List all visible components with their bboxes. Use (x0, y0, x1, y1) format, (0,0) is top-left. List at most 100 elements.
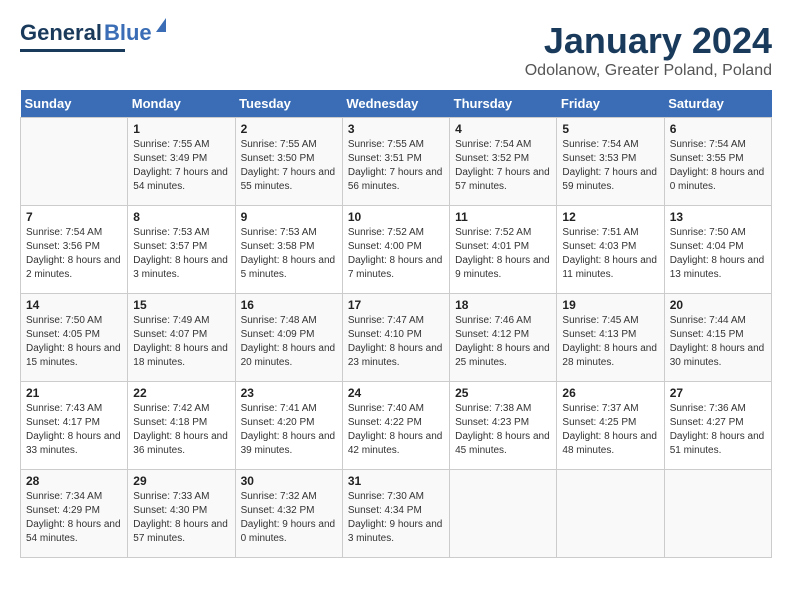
day-number: 25 (455, 386, 551, 400)
day-info: Sunrise: 7:55 AMSunset: 3:50 PMDaylight:… (241, 138, 337, 194)
location: Odolanow, Greater Poland, Poland (525, 62, 772, 80)
day-number: 22 (133, 386, 229, 400)
day-info: Sunrise: 7:44 AMSunset: 4:15 PMDaylight:… (670, 314, 766, 370)
month-title: January 2024 (525, 20, 772, 62)
week-row-2: 7 Sunrise: 7:54 AMSunset: 3:56 PMDaylight… (21, 206, 772, 294)
calendar-cell: 30 Sunrise: 7:32 AMSunset: 4:32 PMDayligh… (235, 470, 342, 558)
page-header: General Blue January 2024 Odolanow, Grea… (20, 20, 772, 80)
day-number: 5 (562, 122, 658, 136)
week-row-4: 21 Sunrise: 7:43 AMSunset: 4:17 PMDayligh… (21, 382, 772, 470)
day-info: Sunrise: 7:30 AMSunset: 4:34 PMDaylight:… (348, 490, 444, 546)
calendar-cell: 7 Sunrise: 7:54 AMSunset: 3:56 PMDaylight… (21, 206, 128, 294)
calendar-cell: 27 Sunrise: 7:36 AMSunset: 4:27 PMDayligh… (664, 382, 771, 470)
calendar-cell: 14 Sunrise: 7:50 AMSunset: 4:05 PMDayligh… (21, 294, 128, 382)
day-number: 12 (562, 210, 658, 224)
calendar-cell: 21 Sunrise: 7:43 AMSunset: 4:17 PMDayligh… (21, 382, 128, 470)
day-info: Sunrise: 7:32 AMSunset: 4:32 PMDaylight:… (241, 490, 337, 546)
day-info: Sunrise: 7:55 AMSunset: 3:49 PMDaylight:… (133, 138, 229, 194)
calendar-cell: 11 Sunrise: 7:52 AMSunset: 4:01 PMDayligh… (450, 206, 557, 294)
day-number: 8 (133, 210, 229, 224)
day-number: 29 (133, 474, 229, 488)
calendar-cell: 4 Sunrise: 7:54 AMSunset: 3:52 PMDaylight… (450, 118, 557, 206)
weekday-header-wednesday: Wednesday (342, 90, 449, 118)
day-info: Sunrise: 7:33 AMSunset: 4:30 PMDaylight:… (133, 490, 229, 546)
calendar-cell: 12 Sunrise: 7:51 AMSunset: 4:03 PMDayligh… (557, 206, 664, 294)
weekday-header-thursday: Thursday (450, 90, 557, 118)
calendar-cell: 31 Sunrise: 7:30 AMSunset: 4:34 PMDayligh… (342, 470, 449, 558)
day-number: 1 (133, 122, 229, 136)
day-number: 17 (348, 298, 444, 312)
day-number: 27 (670, 386, 766, 400)
day-number: 3 (348, 122, 444, 136)
logo-blue: Blue (104, 20, 152, 45)
day-info: Sunrise: 7:46 AMSunset: 4:12 PMDaylight:… (455, 314, 551, 370)
day-info: Sunrise: 7:50 AMSunset: 4:05 PMDaylight:… (26, 314, 122, 370)
calendar-cell: 28Sunrise: 7:34 AMSunset: 4:29 PMDayligh… (21, 470, 128, 558)
calendar-cell: 1 Sunrise: 7:55 AMSunset: 3:49 PMDaylight… (128, 118, 235, 206)
day-number: 14 (26, 298, 122, 312)
day-number: 15 (133, 298, 229, 312)
calendar-cell: 17 Sunrise: 7:47 AMSunset: 4:10 PMDayligh… (342, 294, 449, 382)
weekday-header-sunday: Sunday (21, 90, 128, 118)
weekday-header-monday: Monday (128, 90, 235, 118)
day-info: Sunrise: 7:54 AMSunset: 3:56 PMDaylight:… (26, 226, 122, 282)
day-number: 10 (348, 210, 444, 224)
day-info: Sunrise: 7:54 AMSunset: 3:52 PMDaylight:… (455, 138, 551, 194)
calendar-cell (21, 118, 128, 206)
day-info: Sunrise: 7:50 AMSunset: 4:04 PMDaylight:… (670, 226, 766, 282)
weekday-header-tuesday: Tuesday (235, 90, 342, 118)
logo-general: General (20, 20, 102, 46)
day-info: Sunrise: 7:55 AMSunset: 3:51 PMDaylight:… (348, 138, 444, 194)
weekday-header-saturday: Saturday (664, 90, 771, 118)
day-number: 26 (562, 386, 658, 400)
calendar-cell: 19Sunrise: 7:45 AMSunset: 4:13 PMDayligh… (557, 294, 664, 382)
day-info: Sunrise: 7:53 AMSunset: 3:58 PMDaylight:… (241, 226, 337, 282)
calendar-cell: 2 Sunrise: 7:55 AMSunset: 3:50 PMDaylight… (235, 118, 342, 206)
day-info: Sunrise: 7:51 AMSunset: 4:03 PMDaylight:… (562, 226, 658, 282)
week-row-3: 14 Sunrise: 7:50 AMSunset: 4:05 PMDayligh… (21, 294, 772, 382)
day-info: Sunrise: 7:47 AMSunset: 4:10 PMDaylight:… (348, 314, 444, 370)
day-info: Sunrise: 7:45 AMSunset: 4:13 PMDaylight:… (562, 314, 658, 370)
logo-underline (20, 49, 125, 52)
day-number: 20 (670, 298, 766, 312)
calendar-cell: 5Sunrise: 7:54 AMSunset: 3:53 PMDaylight… (557, 118, 664, 206)
day-info: Sunrise: 7:40 AMSunset: 4:22 PMDaylight:… (348, 402, 444, 458)
day-info: Sunrise: 7:36 AMSunset: 4:27 PMDaylight:… (670, 402, 766, 458)
calendar-table: SundayMondayTuesdayWednesdayThursdayFrid… (20, 90, 772, 558)
day-number: 4 (455, 122, 551, 136)
day-info: Sunrise: 7:42 AMSunset: 4:18 PMDaylight:… (133, 402, 229, 458)
day-number: 31 (348, 474, 444, 488)
day-number: 11 (455, 210, 551, 224)
day-number: 13 (670, 210, 766, 224)
weekday-header-friday: Friday (557, 90, 664, 118)
logo-arrow-icon (156, 18, 166, 32)
calendar-cell: 16 Sunrise: 7:48 AMSunset: 4:09 PMDayligh… (235, 294, 342, 382)
day-info: Sunrise: 7:54 AMSunset: 3:55 PMDaylight:… (670, 138, 766, 194)
day-number: 21 (26, 386, 122, 400)
calendar-cell: 25 Sunrise: 7:38 AMSunset: 4:23 PMDayligh… (450, 382, 557, 470)
day-info: Sunrise: 7:52 AMSunset: 4:01 PMDaylight:… (455, 226, 551, 282)
day-number: 7 (26, 210, 122, 224)
day-number: 2 (241, 122, 337, 136)
calendar-cell (557, 470, 664, 558)
day-number: 6 (670, 122, 766, 136)
day-info: Sunrise: 7:38 AMSunset: 4:23 PMDaylight:… (455, 402, 551, 458)
calendar-cell: 15Sunrise: 7:49 AMSunset: 4:07 PMDayligh… (128, 294, 235, 382)
calendar-cell: 9 Sunrise: 7:53 AMSunset: 3:58 PMDaylight… (235, 206, 342, 294)
day-number: 23 (241, 386, 337, 400)
week-row-5: 28Sunrise: 7:34 AMSunset: 4:29 PMDayligh… (21, 470, 772, 558)
calendar-cell: 24Sunrise: 7:40 AMSunset: 4:22 PMDayligh… (342, 382, 449, 470)
day-number: 30 (241, 474, 337, 488)
calendar-cell (450, 470, 557, 558)
day-info: Sunrise: 7:52 AMSunset: 4:00 PMDaylight:… (348, 226, 444, 282)
day-info: Sunrise: 7:43 AMSunset: 4:17 PMDaylight:… (26, 402, 122, 458)
day-number: 16 (241, 298, 337, 312)
calendar-cell: 20 Sunrise: 7:44 AMSunset: 4:15 PMDayligh… (664, 294, 771, 382)
day-info: Sunrise: 7:53 AMSunset: 3:57 PMDaylight:… (133, 226, 229, 282)
calendar-cell: 8 Sunrise: 7:53 AMSunset: 3:57 PMDaylight… (128, 206, 235, 294)
day-info: Sunrise: 7:48 AMSunset: 4:09 PMDaylight:… (241, 314, 337, 370)
calendar-cell: 10 Sunrise: 7:52 AMSunset: 4:00 PMDayligh… (342, 206, 449, 294)
day-number: 9 (241, 210, 337, 224)
day-number: 18 (455, 298, 551, 312)
day-info: Sunrise: 7:37 AMSunset: 4:25 PMDaylight:… (562, 402, 658, 458)
